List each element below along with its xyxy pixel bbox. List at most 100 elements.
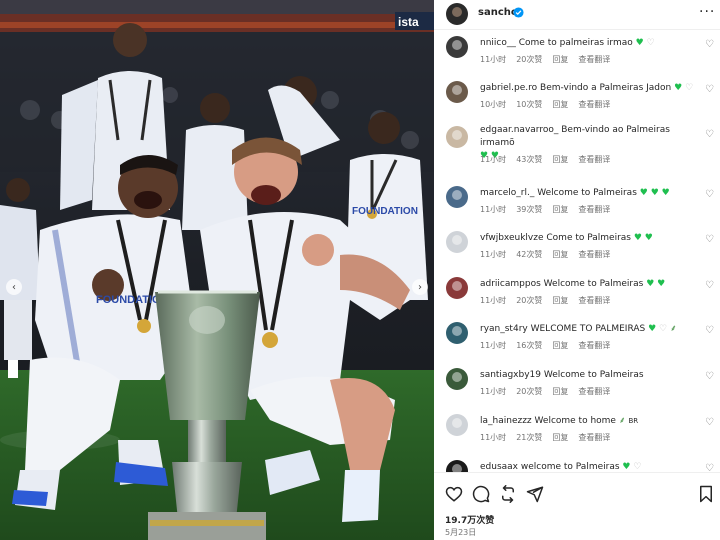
more-dots-icon[interactable]: ···	[699, 4, 715, 20]
white-heart-emoji: ♡	[685, 83, 694, 93]
commenter-avatar[interactable]	[446, 36, 468, 58]
translate-button[interactable]: 查看翻译	[578, 296, 610, 305]
commenter-avatar[interactable]	[446, 460, 468, 472]
comment-username[interactable]: edgaar.navarroo_	[480, 125, 558, 135]
comment-meta: 11小时 20次赞 回复 查看翻译	[480, 295, 620, 306]
white-heart-emoji: ♡	[646, 38, 655, 48]
post-date: 5月23日	[445, 528, 477, 537]
comment-body: Come to Palmeiras	[546, 233, 631, 243]
reply-button[interactable]: 回复	[552, 55, 568, 64]
comment-meta: 11小时 21次赞 回复 查看翻译	[480, 432, 620, 443]
comment-username[interactable]: gabriel.pe.ro	[480, 83, 537, 93]
comment-body: WELCOME TO PALMEIRAS	[530, 324, 646, 334]
comment-text: gabriel.pe.ro Bem-vindo a Palmeiras Jado…	[480, 82, 698, 95]
bookmark-icon[interactable]	[697, 485, 715, 503]
comment-username[interactable]: nniico__	[480, 38, 516, 48]
next-photo-button[interactable]: ›	[412, 279, 428, 295]
comment-meta: 11小时 20次赞 回复 查看翻译	[480, 54, 620, 65]
translate-button[interactable]: 查看翻译	[578, 205, 610, 214]
translate-button[interactable]: 查看翻译	[578, 433, 610, 442]
comment-meta: 11小时 43次赞 回复 查看翻译	[480, 154, 620, 165]
reply-button[interactable]: 回复	[552, 433, 568, 442]
reply-button[interactable]: 回复	[552, 387, 568, 396]
author-username[interactable]: sancho	[478, 7, 518, 18]
white-heart-emoji: ♡	[659, 324, 668, 334]
send-paper-plane-icon[interactable]	[526, 485, 544, 503]
comment-likes[interactable]: 39次赞	[516, 205, 542, 214]
comments-list[interactable]: nniico__ Come to palmeiras irmao ♥ ♡ 11小时…	[434, 30, 720, 472]
comment-likes[interactable]: 16次赞	[516, 341, 542, 350]
heart-outline-icon[interactable]	[445, 485, 463, 503]
verified-badge-icon	[513, 7, 524, 18]
repost-icon[interactable]	[499, 485, 517, 503]
comment-like-heart-icon[interactable]: ♡	[705, 417, 714, 428]
commenter-avatar[interactable]	[446, 81, 468, 103]
white-heart-emoji: ♡	[633, 462, 642, 472]
comment-like-heart-icon[interactable]: ♡	[705, 325, 714, 336]
comment-likes[interactable]: 21次赞	[516, 433, 542, 442]
translate-button[interactable]: 查看翻译	[578, 55, 610, 64]
comment-likes[interactable]: 20次赞	[516, 387, 542, 396]
green-heart-emoji: ♥	[635, 38, 644, 48]
comment-username[interactable]: la_hainezzz	[480, 416, 532, 426]
comment-time: 11小时	[480, 341, 507, 350]
translate-button[interactable]: 查看翻译	[578, 387, 610, 396]
comment-bubble-icon[interactable]	[472, 485, 490, 503]
comment-likes[interactable]: 20次赞	[516, 296, 542, 305]
comment-time: 11小时	[480, 387, 507, 396]
translate-button[interactable]: 查看翻译	[578, 250, 610, 259]
previous-photo-button[interactable]: ‹	[6, 279, 22, 295]
comment-text: edusaax welcome to Palmeiras ♥ ♡	[480, 461, 698, 472]
comment-text: la_hainezzz Welcome to home ⸙ BR	[480, 415, 698, 428]
commenter-avatar[interactable]	[446, 322, 468, 344]
comment-likes[interactable]: 42次赞	[516, 250, 542, 259]
comment-like-heart-icon[interactable]: ♡	[705, 234, 714, 245]
comment-time: 11小时	[480, 296, 507, 305]
comment-text: nniico__ Come to palmeiras irmao ♥ ♡	[480, 37, 698, 50]
comment-like-heart-icon[interactable]: ♡	[705, 189, 714, 200]
comment-likes[interactable]: 43次赞	[516, 155, 542, 164]
reply-button[interactable]: 回复	[552, 100, 568, 109]
comment-username[interactable]: ryan_st4ry	[480, 324, 528, 334]
translate-button[interactable]: 查看翻译	[578, 155, 610, 164]
comment-like-heart-icon[interactable]: ♡	[705, 463, 714, 472]
comment-like-heart-icon[interactable]: ♡	[705, 371, 714, 382]
comment-like-heart-icon[interactable]: ♡	[705, 280, 714, 291]
comment-text: ryan_st4ry WELCOME TO PALMEIRAS ♥ ♡ ⸙	[480, 323, 698, 336]
comment-text: adriicamppos Welcome to Palmeiras ♥ ♥	[480, 278, 698, 291]
comment-username[interactable]: edusaax	[480, 462, 518, 472]
comment-username[interactable]: marcelo_rl._	[480, 188, 534, 198]
post-photo[interactable]: ista FOUNDATION FOUNDATION ‹ ›	[0, 0, 434, 540]
commenter-avatar[interactable]	[446, 186, 468, 208]
reply-button[interactable]: 回复	[552, 341, 568, 350]
comment-text: vfwjbxeuklvze Come to Palmeiras ♥ ♥	[480, 232, 698, 245]
comment-username[interactable]: vfwjbxeuklvze	[480, 233, 544, 243]
comment-username[interactable]: santiagxby19	[480, 370, 541, 380]
commenter-avatar[interactable]	[446, 368, 468, 390]
reply-button[interactable]: 回复	[552, 296, 568, 305]
translate-button[interactable]: 查看翻译	[578, 100, 610, 109]
likes-count[interactable]: 19.7万次赞	[445, 513, 494, 526]
reply-button[interactable]: 回复	[552, 250, 568, 259]
post-header: sancho ···	[434, 0, 720, 30]
author-avatar[interactable]	[446, 3, 468, 25]
commenter-avatar[interactable]	[446, 414, 468, 436]
commenter-avatar[interactable]	[446, 277, 468, 299]
comment-likes[interactable]: 20次赞	[516, 55, 542, 64]
comment-like-heart-icon[interactable]: ♡	[705, 129, 714, 140]
commenter-avatar[interactable]	[446, 231, 468, 253]
green-heart-emoji: ♥ ♥ ♥	[639, 188, 670, 198]
comment-text: santiagxby19 Welcome to Palmeiras	[480, 369, 698, 382]
comment-like-heart-icon[interactable]: ♡	[705, 39, 714, 50]
chevron-right-icon: ›	[418, 281, 422, 293]
commenter-avatar[interactable]	[446, 126, 468, 148]
comment-time: 11小时	[480, 55, 507, 64]
reply-button[interactable]: 回复	[552, 155, 568, 164]
reply-button[interactable]: 回复	[552, 205, 568, 214]
green-heart-emoji: ♥	[648, 324, 657, 334]
comment-username[interactable]: adriicamppos	[480, 279, 541, 289]
comment-likes[interactable]: 10次赞	[516, 100, 542, 109]
comment-like-heart-icon[interactable]: ♡	[705, 84, 714, 95]
translate-button[interactable]: 查看翻译	[578, 341, 610, 350]
comment-body: Come to palmeiras irmao	[518, 38, 633, 48]
